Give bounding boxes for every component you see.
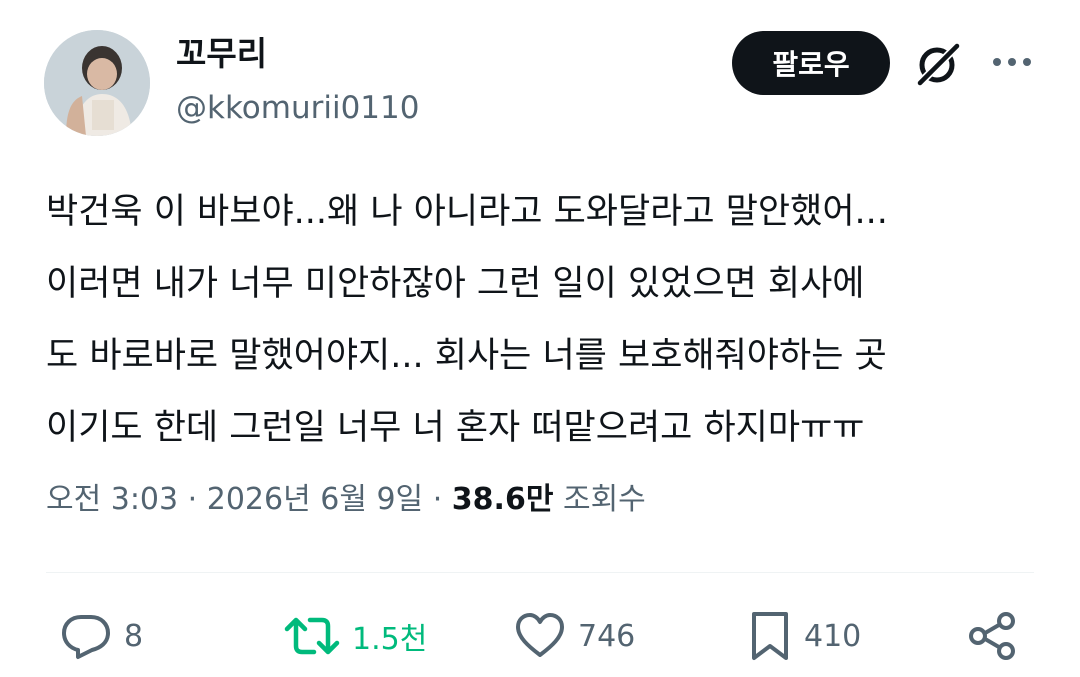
- grok-icon[interactable]: [912, 38, 964, 90]
- tweet-line: 박건욱 이 바보야...왜 나 아니라고 도와달라고 말안했어...: [46, 192, 888, 232]
- avatar-image: [44, 30, 150, 136]
- tweet-line: 이러면 내가 너무 미안하잖아 그런 일이 있었으면 회사에: [46, 264, 865, 304]
- meta-separator: ·: [187, 482, 198, 517]
- tweet-line: 이기도 한데 그런일 너무 너 혼자 떠맡으려고 하지마ㅠㅠ: [46, 408, 865, 448]
- like-count: 746: [578, 618, 636, 654]
- reply-button[interactable]: 8: [60, 604, 143, 668]
- follow-button[interactable]: 팔로우: [732, 31, 890, 95]
- share-button[interactable]: [966, 604, 1018, 668]
- views-label: 조회수: [562, 482, 646, 517]
- divider: [46, 572, 1034, 573]
- reply-icon: [62, 615, 110, 659]
- user-handle[interactable]: @kkomurii0110: [176, 86, 419, 130]
- avatar[interactable]: [44, 30, 150, 136]
- heart-icon: [516, 613, 564, 657]
- tweet-date[interactable]: 2026년 6월 9일: [207, 482, 423, 517]
- tweet-meta: 오전 3:03 · 2026년 6월 9일 · 38.6만 조회수: [46, 474, 646, 526]
- bookmark-button[interactable]: 410: [748, 604, 861, 668]
- display-name[interactable]: 꼬무리: [176, 32, 267, 76]
- more-icon[interactable]: [990, 50, 1034, 74]
- repost-button[interactable]: 1.5천: [284, 604, 427, 668]
- share-icon: [969, 612, 1015, 660]
- bookmark-icon: [752, 612, 788, 660]
- like-button[interactable]: 746: [514, 604, 635, 668]
- tweet-text: 박건욱 이 바보야...왜 나 아니라고 도와달라고 말안했어... 이러면 내…: [46, 176, 1046, 464]
- repost-count: 1.5천: [352, 622, 428, 657]
- views-count: 38.6만: [451, 482, 554, 517]
- meta-separator: ·: [432, 482, 443, 517]
- tweet-time[interactable]: 오전 3:03: [46, 482, 178, 517]
- tweet-line: 도 바로바로 말했어야지... 회사는 너를 보호해줘야하는 곳: [46, 336, 887, 376]
- bookmark-count: 410: [804, 618, 862, 654]
- reply-count: 8: [124, 618, 144, 654]
- repost-icon: [284, 617, 340, 655]
